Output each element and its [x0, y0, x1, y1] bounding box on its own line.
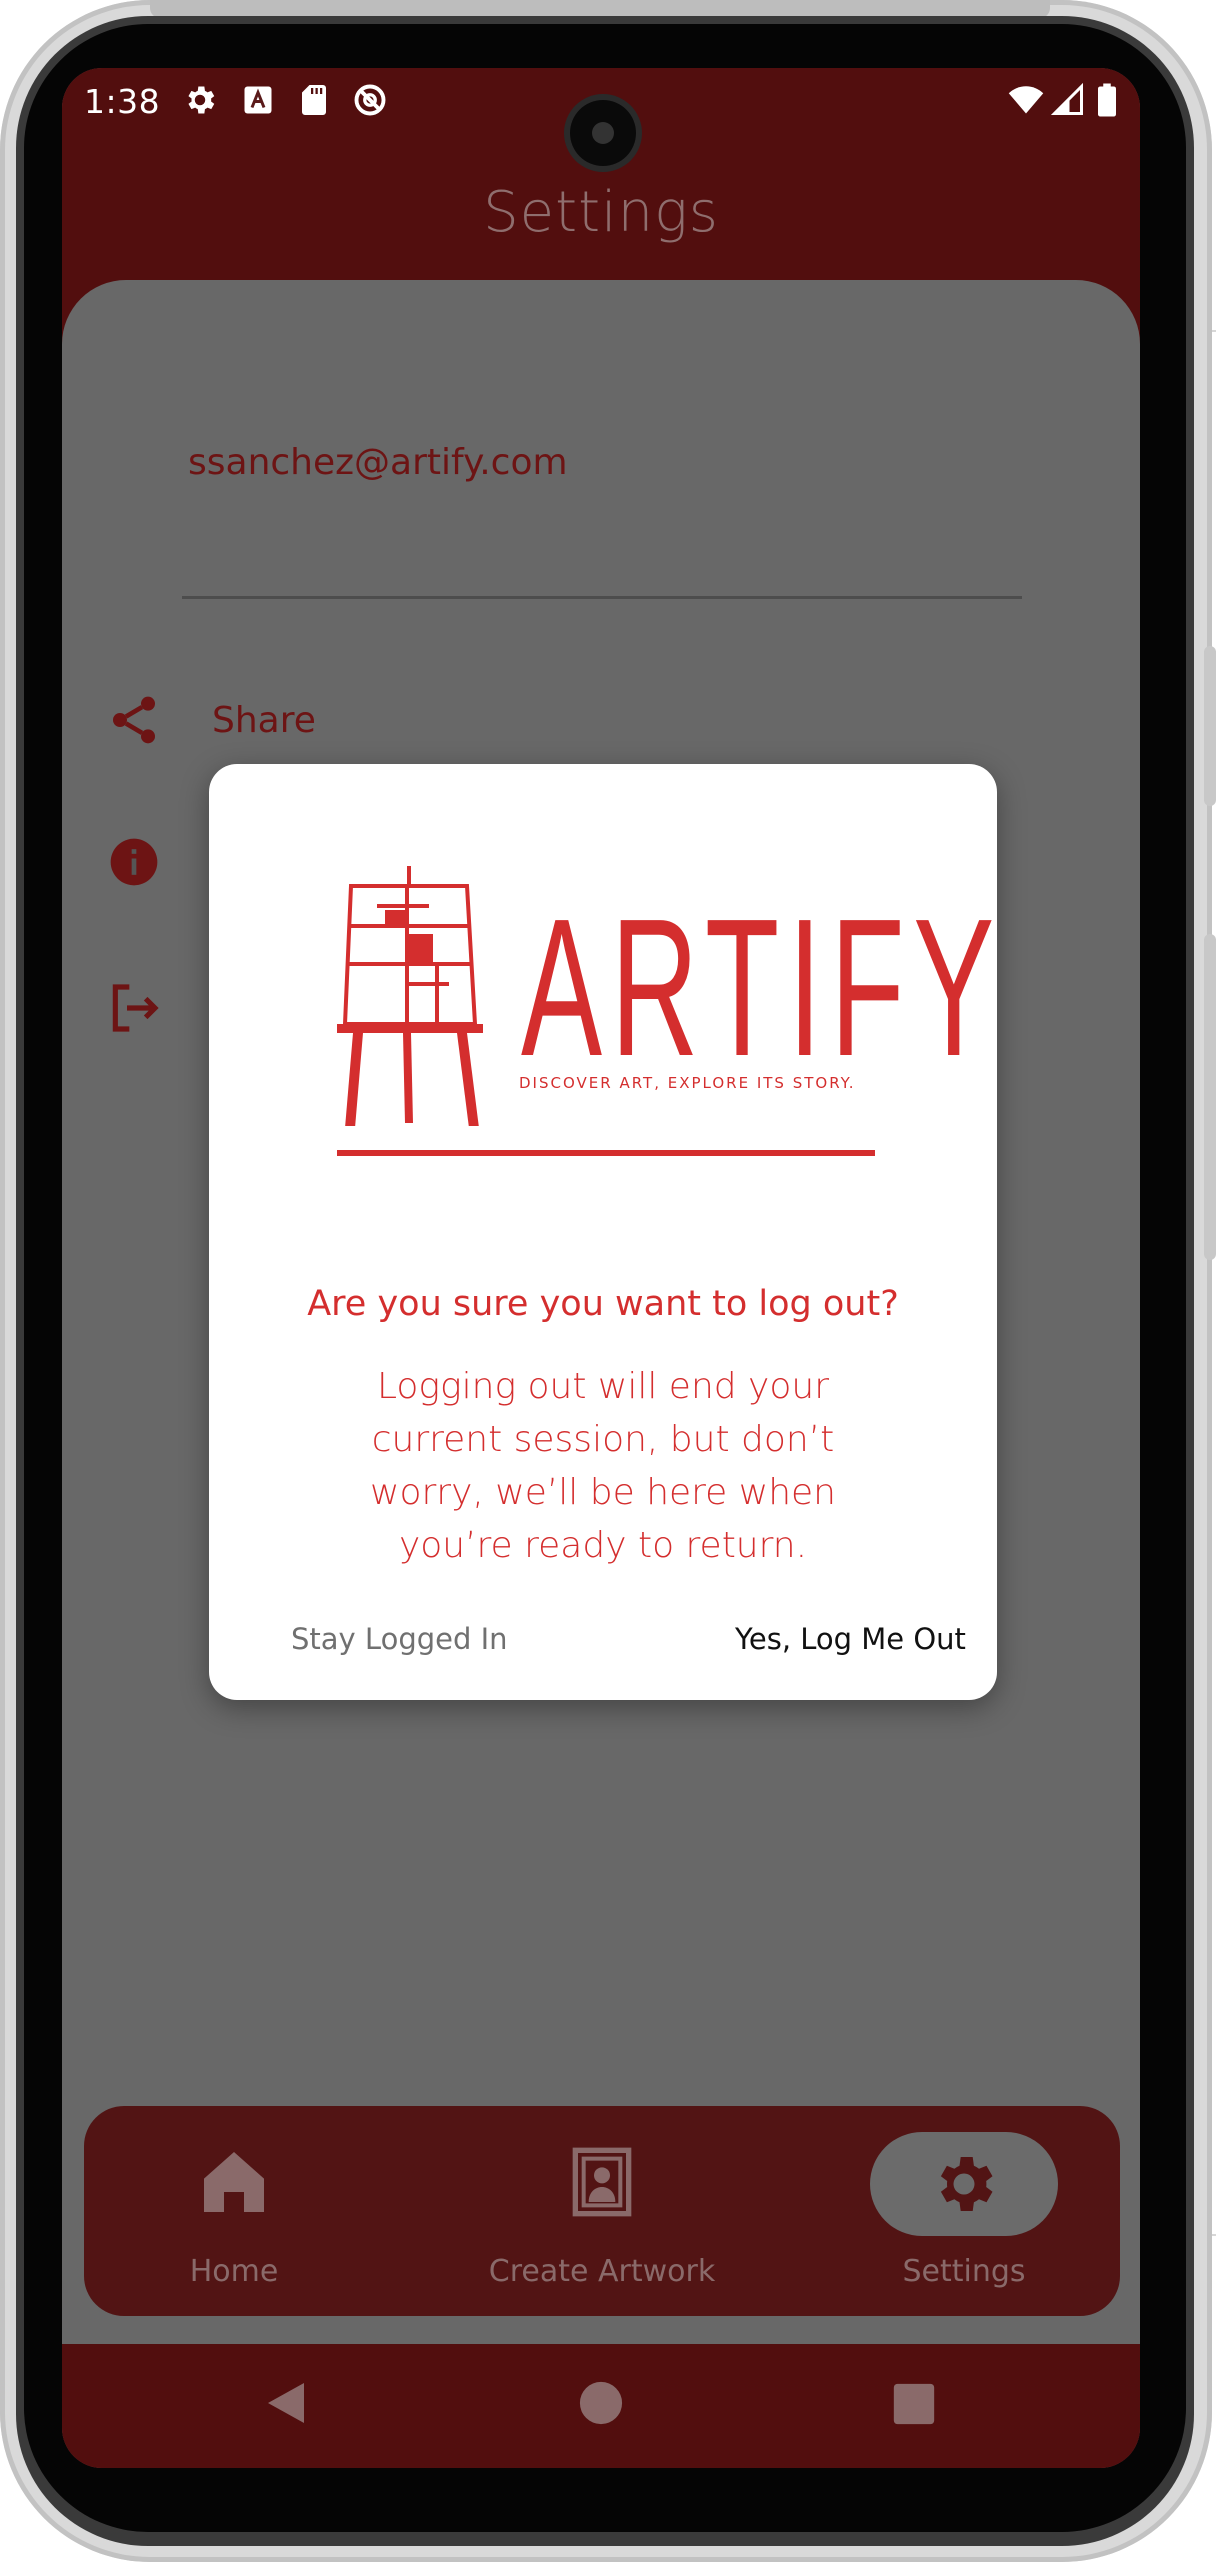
share-icon: [113, 696, 155, 744]
settings-item-label: Share: [212, 700, 316, 741]
nav-label: Settings: [902, 2254, 1026, 2289]
account-email: ssanchez@artify.com: [188, 442, 568, 483]
nav-item-create-artwork[interactable]: Create Artwork: [430, 2106, 774, 2316]
logo-tagline: DISCOVER ART, EXPLORE ITS STORY.: [519, 1074, 856, 1092]
nav-item-settings[interactable]: Settings: [814, 2106, 1114, 2316]
status-time: 1:38: [84, 82, 161, 121]
artify-logo: ARTIFY DISCOVER ART, EXPLORE ITS STORY.: [337, 866, 994, 1166]
page-canvas: 1:38 Settings ssanchez@artify.com Share …: [0, 0, 1216, 2562]
bottom-navigation: Home Create Artwork Settings: [84, 2106, 1120, 2316]
nav-label: Create Artwork: [488, 2254, 716, 2289]
system-navigation-bar: [62, 2344, 1140, 2468]
logo-wordmark: ARTIFY: [521, 878, 1003, 1097]
page-title: Settings: [483, 180, 719, 245]
dialog-title: Are you sure you want to log out?: [307, 1284, 899, 1324]
easel-icon: [337, 866, 483, 1126]
signal-icon: [1050, 82, 1083, 115]
dialog-message: Logging out will end your current sessio…: [370, 1366, 836, 1566]
settings-gear-icon: [940, 2157, 993, 2211]
do-not-disturb-icon: [354, 84, 386, 116]
text-a-icon: [244, 86, 272, 114]
power-button: [1204, 646, 1216, 806]
info-icon: [110, 838, 158, 886]
recents-icon[interactable]: [892, 2382, 936, 2426]
camera-lens: [592, 122, 614, 144]
home-circle-icon[interactable]: [578, 2380, 624, 2426]
logout-dialog: ARTIFY DISCOVER ART, EXPLORE ITS STORY. …: [209, 764, 997, 1700]
volume-button: [1204, 934, 1216, 1260]
framed-portrait-icon: [572, 2147, 632, 2217]
nav-label: Home: [189, 2254, 279, 2289]
back-icon[interactable]: [264, 2378, 308, 2428]
nav-item-home[interactable]: Home: [84, 2106, 384, 2316]
device-screen: 1:38 Settings ssanchez@artify.com Share …: [62, 68, 1140, 2468]
wifi-icon: [1008, 86, 1044, 114]
sd-card-icon: [302, 85, 326, 115]
logout-icon: [112, 984, 159, 1032]
confirm-logout-button[interactable]: Yes, Log Me Out: [735, 1622, 966, 1656]
front-camera: [570, 100, 636, 166]
battery-icon: [1098, 83, 1116, 117]
logo-underline: [337, 1150, 875, 1156]
email-divider: [182, 596, 1022, 599]
settings-gear-icon: [188, 86, 215, 114]
home-icon: [204, 2152, 264, 2212]
stay-logged-in-button[interactable]: Stay Logged In: [291, 1622, 508, 1656]
